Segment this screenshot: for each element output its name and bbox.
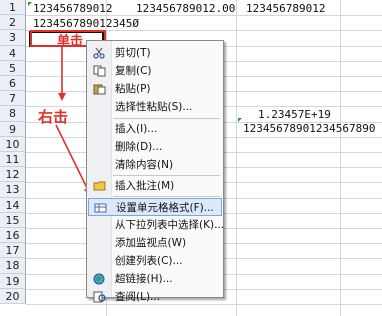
arrow-to-format-cells [55,124,89,191]
menu-item-label: 设置单元格格式(F)... [116,202,214,214]
menu-separator [113,196,220,197]
menu-item-label: 复制(C) [115,65,152,77]
menu-item-pick-from-list[interactable]: 从下拉列表中选择(K)... [88,216,225,234]
paste-icon [93,84,106,95]
comment-icon [93,181,106,191]
menu-item-label: 创建列表(C)... [115,255,183,267]
menu-item-delete[interactable]: 删除(D)... [88,138,222,156]
menu-item-insert[interactable]: 插入(I)... [88,120,222,138]
format-cells-icon [94,203,107,213]
context-menu[interactable]: 剪切(T) 复制(C) 粘贴(P) 选择性粘贴(S)... 插入(I)... 删… [86,40,225,303]
menu-item-label: 粘贴(P) [115,83,151,95]
menu-item-label: 插入批注(M) [115,180,175,192]
menu-item-label: 删除(D)... [115,141,163,153]
menu-item-paste-special[interactable]: 选择性粘贴(S)... [88,98,222,116]
copy-icon [93,65,106,77]
menu-item-lookup[interactable]: 查阅(L)... [88,288,222,303]
menu-item-copy[interactable]: 复制(C) [88,62,222,80]
menu-separator [113,175,220,176]
menu-item-label: 超链接(H)... [115,273,173,285]
scissors-icon [93,47,105,59]
menu-separator [113,118,220,119]
hyperlink-icon [93,273,105,285]
menu-item-label: 添加监视点(W) [115,237,187,249]
menu-item-insert-comment[interactable]: 插入批注(M) [88,177,222,195]
menu-item-paste[interactable]: 粘贴(P) [88,80,222,98]
lookup-icon [93,291,106,303]
menu-item-label: 剪切(T) [115,47,151,59]
menu-item-format-cells[interactable]: 设置单元格格式(F)... [88,198,222,216]
menu-item-clear-contents[interactable]: 清除内容(N) [88,156,222,174]
menu-item-cut[interactable]: 剪切(T) [88,44,222,62]
menu-item-label: 插入(I)... [115,123,158,135]
menu-item-add-watch[interactable]: 添加监视点(W) [88,234,222,252]
menu-item-label: 清除内容(N) [115,159,174,171]
menu-item-hyperlink[interactable]: 超链接(H)... [88,270,222,288]
menu-item-create-list[interactable]: 创建列表(C)... [88,252,222,270]
menu-item-label: 从下拉列表中选择(K)... [115,219,225,231]
menu-item-label: 查阅(L)... [115,291,161,303]
menu-item-label: 选择性粘贴(S)... [115,101,193,113]
arrowhead [58,93,66,101]
